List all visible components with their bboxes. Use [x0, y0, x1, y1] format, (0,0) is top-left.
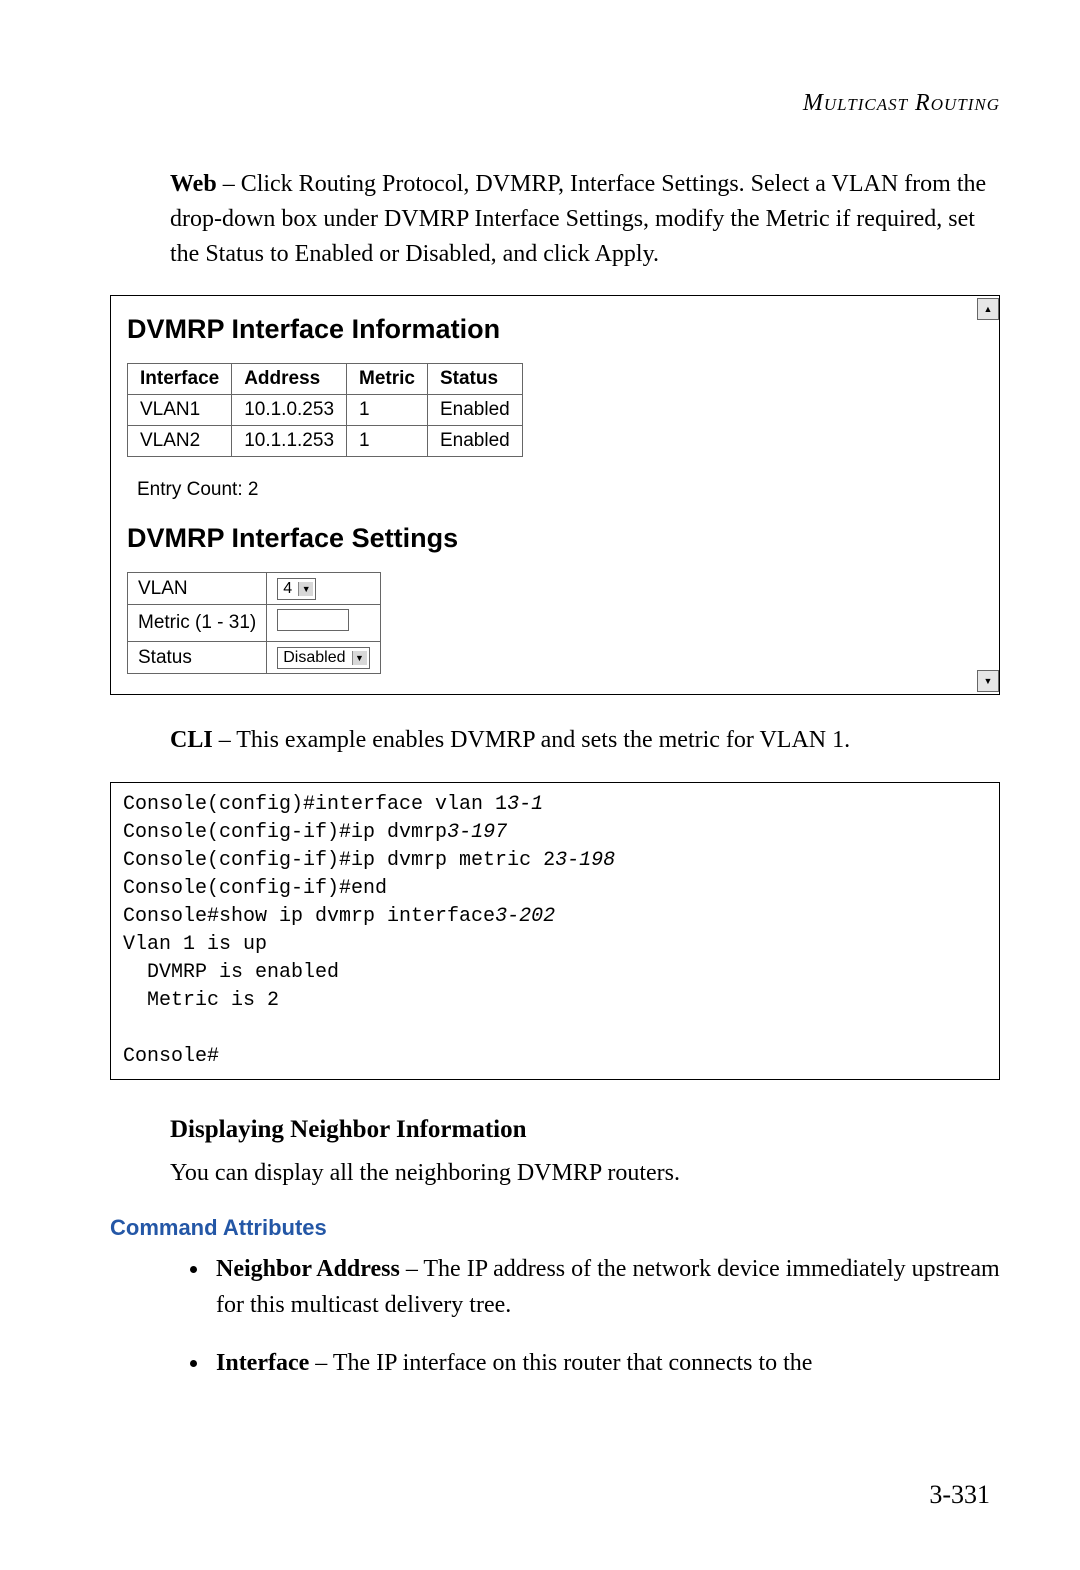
- cell-status: Enabled: [427, 426, 522, 457]
- dvmrp-panel: ▲ ▼ DVMRP Interface Information Interfac…: [110, 295, 1000, 695]
- chevron-down-icon: ▼: [352, 651, 367, 665]
- list-item: Interface – The IP interface on this rou…: [210, 1345, 1000, 1381]
- table-header-row: Interface Address Metric Status: [128, 364, 523, 395]
- cli-ref: 3-1: [507, 793, 543, 816]
- cli-paragraph: CLI – This example enables DVMRP and set…: [170, 723, 1000, 758]
- status-cell: Disabled ▼: [267, 642, 380, 674]
- list-item: Neighbor Address – The IP address of the…: [210, 1251, 1000, 1323]
- metric-input[interactable]: [277, 609, 349, 631]
- cli-line: Console#show ip dvmrp interface: [123, 905, 495, 928]
- attr-desc: – The IP interface on this router that c…: [309, 1350, 812, 1376]
- cli-ref: 3-197: [447, 821, 507, 844]
- table-row: VLAN2 10.1.1.253 1 Enabled: [128, 426, 523, 457]
- neighbor-intro: You can display all the neighboring DVMR…: [170, 1156, 1000, 1191]
- cli-ref: 3-202: [495, 905, 555, 928]
- cli-line: Console#: [123, 1045, 219, 1068]
- cell-address: 10.1.1.253: [232, 426, 347, 457]
- web-lead: Web: [170, 171, 217, 197]
- web-text: – Click Routing Protocol, DVMRP, Interfa…: [170, 171, 986, 267]
- cli-line: Console(config-if)#end: [123, 877, 387, 900]
- settings-row-status: Status Disabled ▼: [128, 642, 381, 674]
- status-label: Status: [128, 642, 267, 674]
- chevron-down-icon: ▼: [298, 582, 313, 596]
- scroll-down-icon[interactable]: ▼: [977, 670, 999, 692]
- settings-title: DVMRP Interface Settings: [127, 523, 983, 554]
- col-interface: Interface: [128, 364, 232, 395]
- col-address: Address: [232, 364, 347, 395]
- cli-line: Metric is 2: [123, 989, 279, 1012]
- interface-settings-table: VLAN 4 ▼ Metric (1 - 31) Status: [127, 572, 381, 674]
- cell-address: 10.1.0.253: [232, 395, 347, 426]
- col-status: Status: [427, 364, 522, 395]
- cell-metric: 1: [347, 426, 428, 457]
- col-metric: Metric: [347, 364, 428, 395]
- status-select[interactable]: Disabled ▼: [277, 647, 369, 669]
- metric-cell: [267, 605, 380, 642]
- cli-text: – This example enables DVMRP and sets th…: [213, 727, 850, 753]
- cli-output: Console(config)#interface vlan 13-1 Cons…: [110, 782, 1000, 1080]
- running-header: Multicast Routing: [110, 90, 1000, 117]
- table-row: VLAN1 10.1.0.253 1 Enabled: [128, 395, 523, 426]
- cli-line: DVMRP is enabled: [123, 961, 339, 984]
- page: Multicast Routing Web – Click Routing Pr…: [0, 0, 1080, 1570]
- cell-status: Enabled: [427, 395, 522, 426]
- web-paragraph: Web – Click Routing Protocol, DVMRP, Int…: [170, 167, 1000, 271]
- interface-info-table: Interface Address Metric Status VLAN1 10…: [127, 363, 523, 457]
- vlan-label: VLAN: [128, 573, 267, 605]
- attr-name: Interface: [216, 1350, 309, 1376]
- vlan-select[interactable]: 4 ▼: [277, 578, 316, 600]
- scroll-up-icon[interactable]: ▲: [977, 298, 999, 320]
- vlan-cell: 4 ▼: [267, 573, 380, 605]
- cell-metric: 1: [347, 395, 428, 426]
- cell-interface: VLAN2: [128, 426, 232, 457]
- status-select-value: Disabled: [283, 649, 345, 667]
- command-attributes-list: Neighbor Address – The IP address of the…: [210, 1251, 1000, 1381]
- cli-line: Vlan 1 is up: [123, 933, 267, 956]
- cli-line: Console(config-if)#ip dvmrp: [123, 821, 447, 844]
- cli-ref: 3-198: [555, 849, 615, 872]
- neighbor-heading: Displaying Neighbor Information: [170, 1116, 1000, 1144]
- cli-lead: CLI: [170, 727, 213, 753]
- page-number: 3-331: [929, 1480, 990, 1510]
- info-title: DVMRP Interface Information: [127, 314, 983, 345]
- command-attributes-label: Command Attributes: [110, 1215, 1000, 1241]
- cli-line: Console(config)#interface vlan 1: [123, 793, 507, 816]
- scrollbar[interactable]: ▲ ▼: [977, 298, 997, 692]
- cell-interface: VLAN1: [128, 395, 232, 426]
- entry-count: Entry Count: 2: [137, 479, 983, 501]
- settings-row-vlan: VLAN 4 ▼: [128, 573, 381, 605]
- cli-line: Console(config-if)#ip dvmrp metric 2: [123, 849, 555, 872]
- attr-name: Neighbor Address: [216, 1256, 400, 1282]
- settings-row-metric: Metric (1 - 31): [128, 605, 381, 642]
- vlan-select-value: 4: [283, 580, 292, 598]
- metric-label: Metric (1 - 31): [128, 605, 267, 642]
